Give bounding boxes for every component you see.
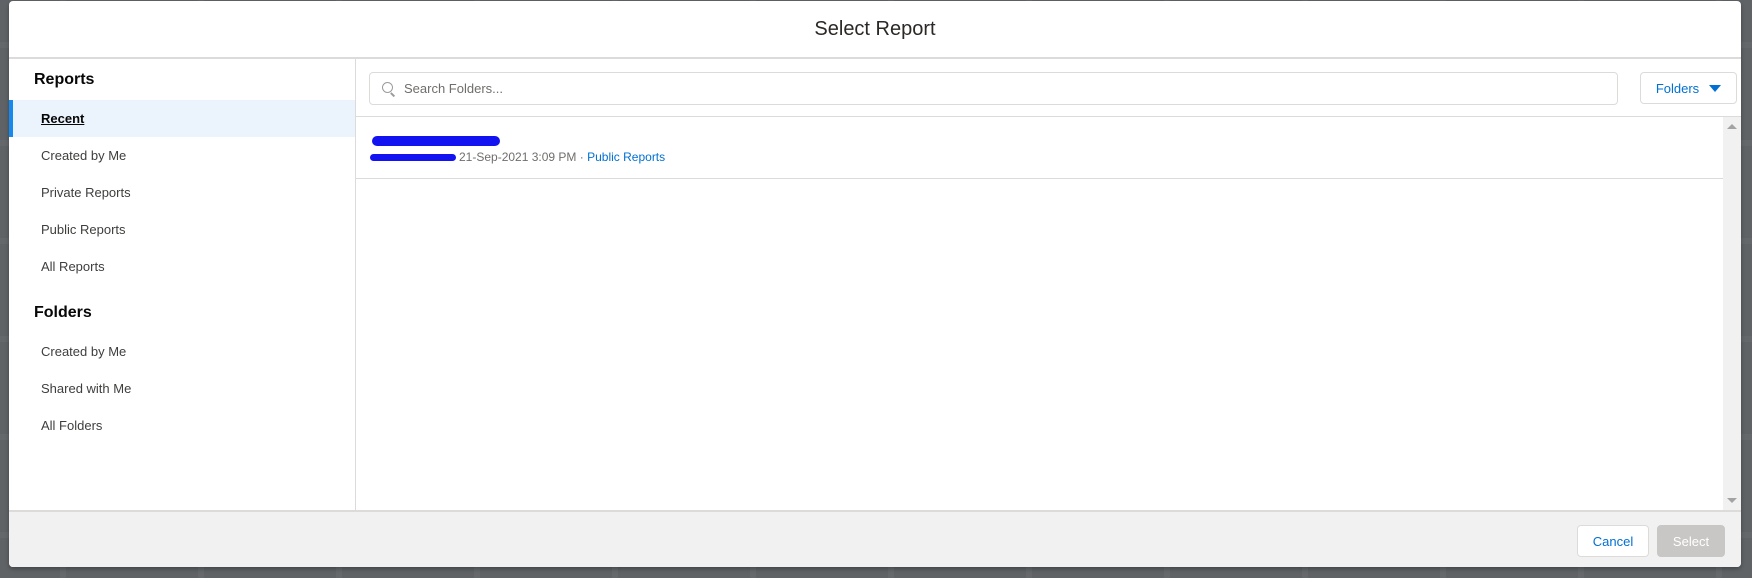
search-box[interactable] <box>369 72 1618 105</box>
caret-down-icon <box>1709 84 1722 92</box>
meta-separator: · <box>579 150 584 164</box>
redacted-report-name <box>372 136 500 146</box>
scroll-down-arrow-icon[interactable] <box>1727 498 1737 503</box>
sidebar-item-folders-created-by-me[interactable]: Created by Me <box>9 333 355 370</box>
folders-dropdown-label: Folders <box>1655 80 1700 96</box>
select-button[interactable]: Select <box>1657 525 1725 557</box>
search-input[interactable] <box>404 81 1604 96</box>
vertical-scrollbar[interactable] <box>1723 117 1741 510</box>
reports-section-title: Reports <box>34 71 95 88</box>
folders-dropdown-button[interactable]: Folders <box>1640 72 1737 104</box>
dialog-footer: Cancel Select <box>9 510 1741 567</box>
sidebar-item-recent[interactable]: Recent <box>9 100 355 137</box>
sidebar-item-all-reports[interactable]: All Reports <box>9 248 355 285</box>
toolbar: Folders <box>356 59 1741 117</box>
report-timestamp: 21-Sep-2021 3:09 PM <box>459 150 577 164</box>
report-folder-link[interactable]: Public Reports <box>587 150 665 164</box>
main-panel: Folders 21-Sep-2021 3:09 PM · Public Rep… <box>356 59 1741 510</box>
sidebar-item-shared-with-me[interactable]: Shared with Me <box>9 370 355 407</box>
sidebar-item-created-by-me[interactable]: Created by Me <box>9 137 355 174</box>
list-item[interactable]: 21-Sep-2021 3:09 PM · Public Reports <box>356 117 1723 179</box>
dialog-header: Select Report <box>9 1 1741 59</box>
sidebar-item-all-folders[interactable]: All Folders <box>9 407 355 444</box>
report-meta: 21-Sep-2021 3:09 PM · Public Reports <box>459 150 665 164</box>
redacted-report-owner <box>370 154 456 161</box>
dialog-title: Select Report <box>814 17 936 40</box>
select-report-dialog: Select Report Reports Recent Created by … <box>9 1 1741 567</box>
search-icon <box>382 81 396 96</box>
scroll-up-arrow-icon[interactable] <box>1727 124 1737 129</box>
results-list: 21-Sep-2021 3:09 PM · Public Reports <box>356 117 1723 510</box>
sidebar: Reports Recent Created by Me Private Rep… <box>9 59 356 510</box>
sidebar-item-public-reports[interactable]: Public Reports <box>9 211 355 248</box>
folders-section-title: Folders <box>34 304 92 321</box>
cancel-button[interactable]: Cancel <box>1577 525 1649 557</box>
sidebar-item-private-reports[interactable]: Private Reports <box>9 174 355 211</box>
